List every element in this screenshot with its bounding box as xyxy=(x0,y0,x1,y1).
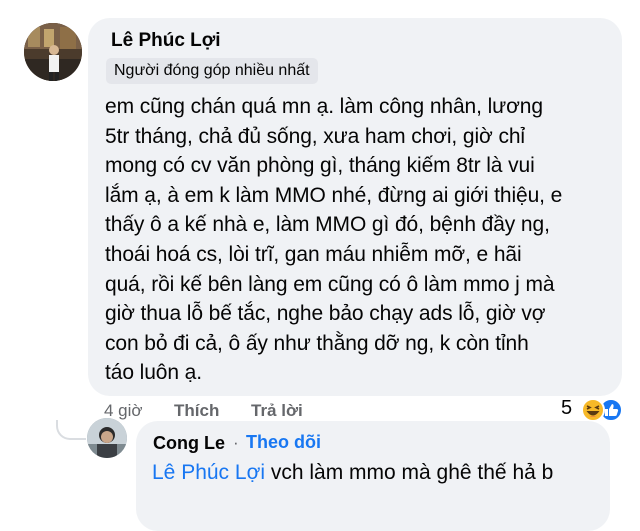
comment-line: quá, rồi kế bên làng em cũng có ô làm mm… xyxy=(105,272,555,296)
profile-photo-icon xyxy=(24,23,82,81)
top-fan-badge: Người đóng góp nhiều nhất xyxy=(106,58,318,84)
mention-link[interactable]: Lê Phúc Lợi xyxy=(152,461,265,484)
like-button[interactable]: Thích xyxy=(174,401,219,421)
haha-emoji-icon xyxy=(581,398,605,422)
separator-dot: · xyxy=(233,433,239,452)
comment-line: 5tr tháng, chả đủ sống, xưa ham chơi, gi… xyxy=(105,124,525,148)
comment-line: táo luôn ạ. xyxy=(105,361,202,385)
comment-line: lắm ạ, à em k làm MMO nhé, đừng ai giới … xyxy=(105,183,563,207)
avatar[interactable] xyxy=(24,23,82,81)
reply-text: vch làm mmo mà ghê thế hả b xyxy=(265,461,554,484)
profile-photo-icon xyxy=(87,418,127,458)
comment-line: thoái hoá cs, lòi trĩ, gan máu nhiễm mỡ,… xyxy=(105,242,522,266)
comment-line: con bỏ đi cả, ô ấy như thằng dỡ ng, k cò… xyxy=(105,331,529,355)
comment-line: mong có cv văn phòng gì, tháng kiếm 8tr … xyxy=(105,154,535,178)
thread-connector xyxy=(56,420,86,440)
comment-body: em cũng chán quá mn ạ. làm công nhân, lư… xyxy=(105,92,611,388)
reply-body: Lê Phúc Lợi vch làm mmo mà ghê thế hả b xyxy=(152,461,553,485)
reply-avatar[interactable] xyxy=(87,418,127,458)
reply-button[interactable]: Trả lời xyxy=(251,401,303,421)
comment-line: em cũng chán quá mn ạ. làm công nhân, lư… xyxy=(105,95,543,118)
reaction-count[interactable]: 5 xyxy=(561,397,572,420)
comment-author[interactable]: Lê Phúc Lợi xyxy=(111,30,221,52)
comment-line: thấy ô a kế nhà e, làm MMO gì đó, bệnh đ… xyxy=(105,213,550,237)
reaction-icons[interactable] xyxy=(580,397,630,423)
comment-line: giờ thua lỗ bế tắc, nghe bảo chạy ads lỗ… xyxy=(105,302,546,326)
follow-button[interactable]: Theo dõi xyxy=(246,432,321,453)
reply-author[interactable]: Cong Le xyxy=(153,433,225,454)
